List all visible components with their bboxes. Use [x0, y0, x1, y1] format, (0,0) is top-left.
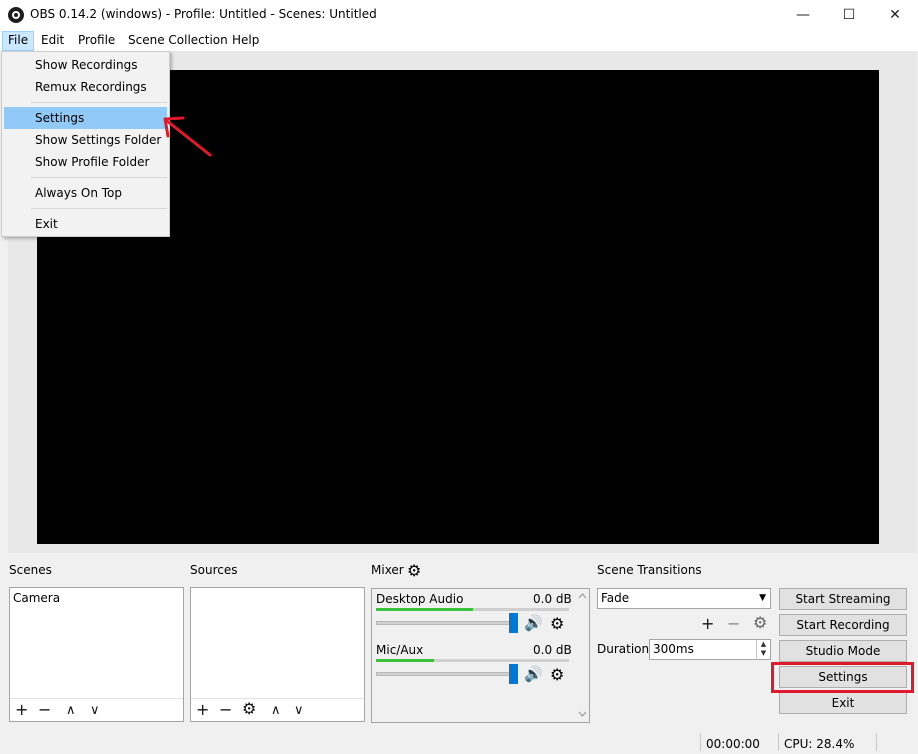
volume-meter-fill: [376, 608, 473, 611]
sources-list[interactable]: [190, 587, 365, 722]
menu-item-show-recordings[interactable]: Show Recordings: [4, 54, 167, 76]
sources-title: Sources: [190, 563, 238, 577]
menu-separator: [31, 102, 167, 103]
status-time: 00:00:00: [706, 737, 760, 751]
source-properties-gear-icon[interactable]: ⚙: [242, 701, 256, 717]
menu-item-settings[interactable]: Settings: [4, 107, 167, 129]
add-transition-button[interactable]: +: [701, 616, 714, 632]
menu-scene-collection[interactable]: Scene Collection: [123, 31, 233, 51]
mixer-title: Mixer: [371, 563, 404, 577]
scene-item-camera[interactable]: Camera: [13, 591, 60, 605]
menu-profile[interactable]: Profile: [73, 31, 120, 51]
toolbar-divider: [10, 698, 183, 699]
menu-item-show-settings-folder[interactable]: Show Settings Folder: [4, 129, 167, 151]
exit-button[interactable]: Exit: [779, 692, 907, 714]
transition-selected-value: Fade: [601, 591, 630, 605]
start-streaming-button[interactable]: Start Streaming: [779, 588, 907, 610]
status-separator: [778, 733, 779, 751]
menu-item-show-profile-folder[interactable]: Show Profile Folder: [4, 151, 167, 173]
status-separator: [876, 733, 877, 751]
transition-select[interactable]: Fade ▼: [597, 588, 771, 609]
minimize-button[interactable]: —: [780, 0, 826, 30]
mixer-channel-name: Mic/Aux: [376, 643, 424, 657]
studio-mode-button[interactable]: Studio Mode: [779, 640, 907, 662]
mute-speaker-icon[interactable]: 🔊: [524, 665, 543, 683]
mixer-channel-level: 0.0 dB: [533, 592, 572, 606]
mixer-gear-icon[interactable]: ⚙: [407, 561, 421, 580]
status-cpu: CPU: 28.4%: [784, 737, 855, 751]
scene-transitions-title: Scene Transitions: [597, 563, 702, 577]
add-scene-button[interactable]: +: [15, 702, 28, 718]
move-scene-down-button[interactable]: ∨: [90, 703, 100, 719]
menu-edit[interactable]: Edit: [36, 31, 69, 51]
remove-scene-button[interactable]: −: [38, 702, 51, 718]
status-bar: [0, 728, 918, 754]
window-title: OBS 0.14.2 (windows) - Profile: Untitled…: [30, 7, 377, 21]
annotation-arrow: [163, 116, 212, 157]
chevron-down-icon: ▼: [759, 593, 766, 603]
menu-separator: [31, 208, 167, 209]
mixer-channel-name: Desktop Audio: [376, 592, 464, 606]
move-source-down-button[interactable]: ∨: [294, 703, 304, 719]
toolbar-divider: [191, 698, 364, 699]
start-recording-button[interactable]: Start Recording: [779, 614, 907, 636]
channel-gear-icon[interactable]: ⚙: [550, 665, 564, 684]
status-separator: [700, 733, 701, 751]
volume-meter-fill: [376, 659, 434, 662]
close-button[interactable]: ✕: [872, 0, 918, 30]
remove-transition-button[interactable]: −: [727, 616, 740, 632]
annotation-highlight-box: [771, 662, 914, 693]
menu-item-always-on-top[interactable]: Always On Top: [4, 182, 167, 204]
transition-properties-gear-icon[interactable]: ⚙: [753, 615, 767, 631]
menu-item-remux-recordings[interactable]: Remux Recordings: [4, 76, 167, 98]
duration-label: Duration: [597, 642, 650, 656]
scenes-list[interactable]: Camera: [9, 587, 184, 722]
mute-speaker-icon[interactable]: 🔊: [524, 614, 543, 632]
remove-source-button[interactable]: −: [219, 702, 232, 718]
channel-gear-icon[interactable]: ⚙: [550, 614, 564, 633]
obs-app-icon: [8, 7, 24, 23]
file-menu-dropdown: Show Recordings Remux Recordings Setting…: [1, 51, 170, 237]
menu-file[interactable]: File: [2, 31, 35, 51]
volume-slider-handle[interactable]: [509, 664, 518, 684]
mixer-channel-level: 0.0 dB: [533, 643, 572, 657]
volume-slider-track[interactable]: [376, 621, 518, 625]
scenes-title: Scenes: [9, 563, 52, 577]
add-source-button[interactable]: +: [196, 702, 209, 718]
volume-slider-handle[interactable]: [509, 613, 518, 633]
spin-arrows-icon[interactable]: ▲ ▼: [756, 640, 770, 659]
maximize-button[interactable]: ☐: [826, 0, 872, 30]
menu-help[interactable]: Help: [227, 31, 264, 51]
duration-value: 300ms: [653, 642, 694, 656]
mixer-scrollbar[interactable]: [575, 588, 590, 723]
move-source-up-button[interactable]: ∧: [271, 703, 281, 719]
duration-spinbox[interactable]: 300ms ▲ ▼: [649, 639, 771, 660]
menu-item-exit[interactable]: Exit: [4, 213, 167, 235]
volume-slider-track[interactable]: [376, 672, 518, 676]
menu-separator: [31, 177, 167, 178]
move-scene-up-button[interactable]: ∧: [66, 703, 76, 719]
menu-bar: File Edit Profile Scene Collection Help: [0, 30, 918, 51]
